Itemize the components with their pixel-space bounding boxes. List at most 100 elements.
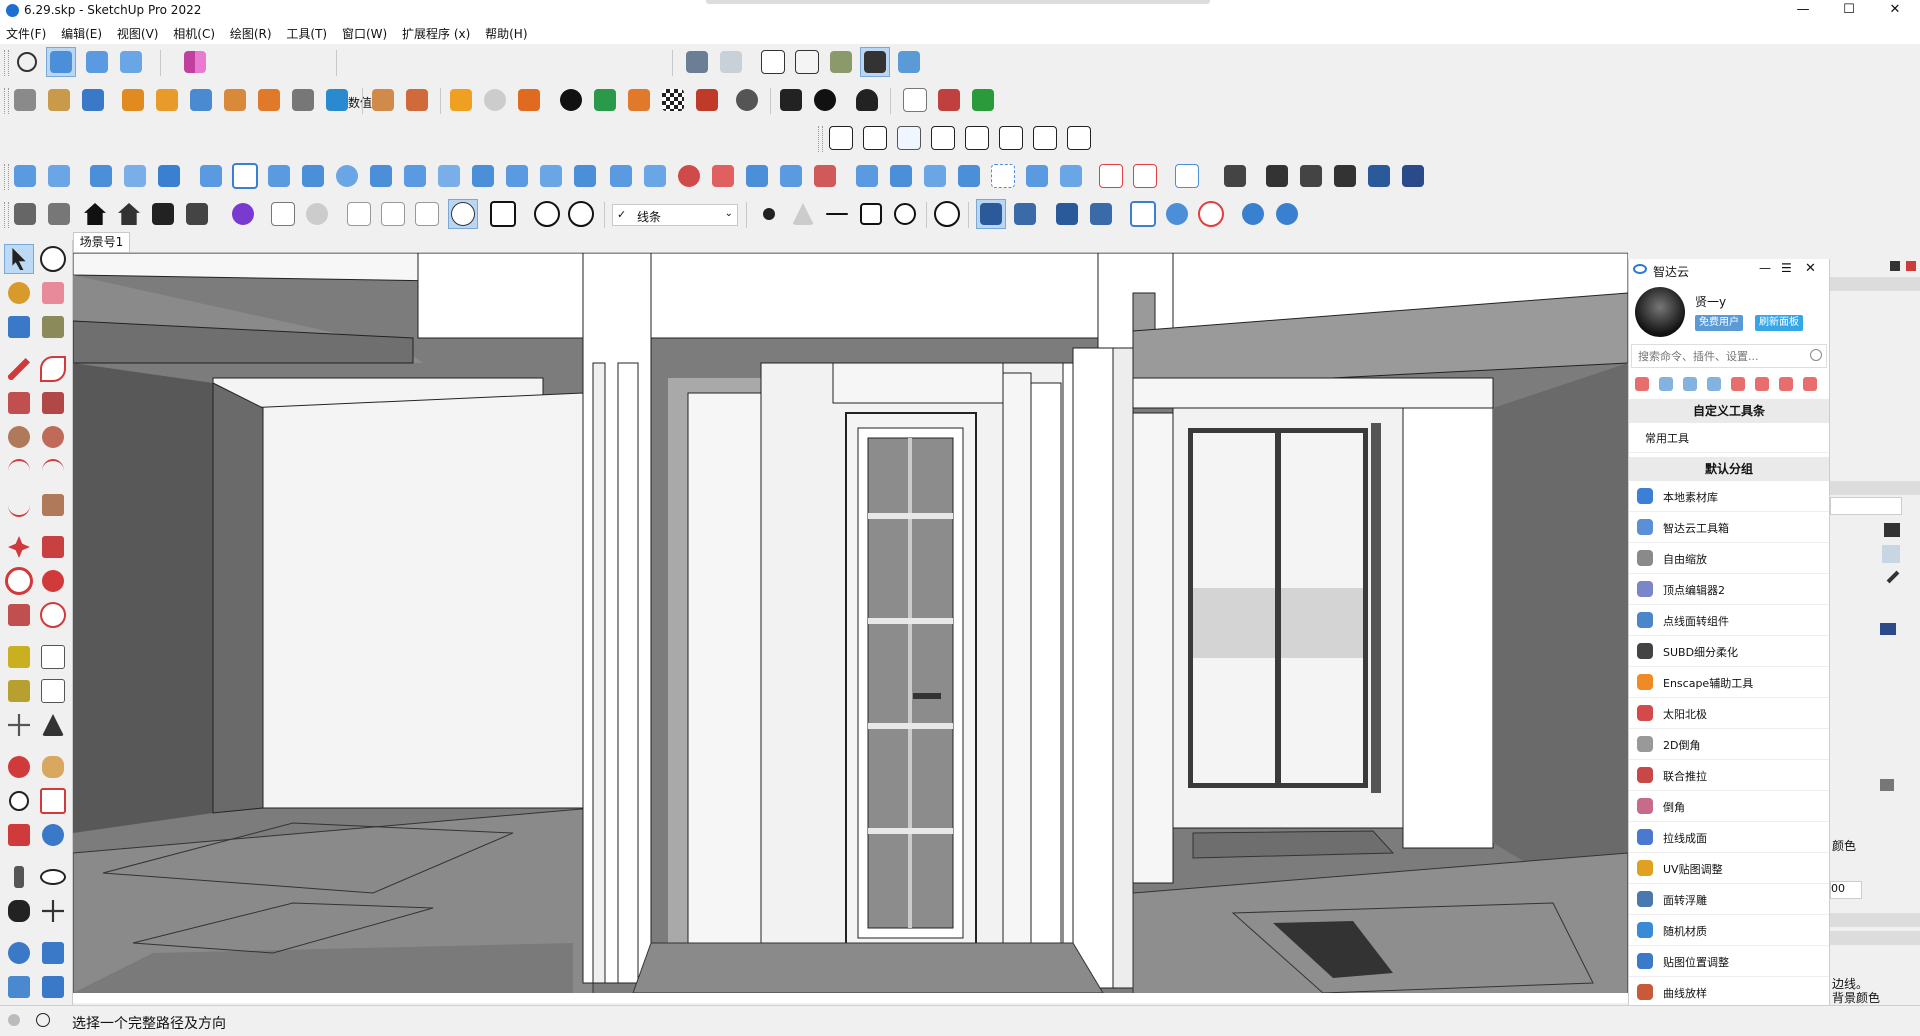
door-double-icon[interactable]	[1064, 123, 1094, 153]
help-icon[interactable]	[566, 199, 596, 229]
paint-bucket-icon[interactable]	[118, 85, 148, 115]
wireframe-style-icon[interactable]	[758, 47, 788, 77]
section-cube-icon[interactable]	[488, 199, 518, 229]
photo-camera-icon[interactable]	[412, 199, 442, 229]
arc-icon[interactable]	[4, 456, 34, 486]
box-tool-icon[interactable]	[640, 161, 670, 191]
cloud-upload-icon[interactable]	[692, 85, 722, 115]
panel-tool-icon[interactable]	[536, 161, 566, 191]
video-camera-icon[interactable]	[344, 199, 374, 229]
menu-help[interactable]: 帮助(H)	[479, 22, 532, 42]
eraser-icon[interactable]	[38, 278, 68, 308]
component-icon[interactable]	[220, 85, 250, 115]
plugin-item[interactable]: Enscape辅助工具	[1629, 667, 1829, 698]
dark-cube-2-icon[interactable]	[1262, 161, 1292, 191]
rotate-icon[interactable]	[4, 566, 34, 596]
plugin-item[interactable]: 联合推拉	[1629, 760, 1829, 791]
scissors-icon[interactable]	[288, 85, 318, 115]
move-icon[interactable]	[4, 532, 34, 562]
offset-icon[interactable]	[38, 600, 68, 630]
hide-icon[interactable]	[932, 199, 962, 229]
top-view-icon[interactable]	[82, 47, 112, 77]
gear-outline-icon[interactable]	[532, 199, 562, 229]
up-arrow-icon[interactable]	[852, 161, 882, 191]
garage-icon[interactable]	[182, 199, 212, 229]
plugin-item[interactable]: 点线面转组件	[1629, 605, 1829, 636]
down-arrow-icon[interactable]	[920, 161, 950, 191]
arc-plus-icon[interactable]	[1096, 161, 1126, 191]
textured-style-icon[interactable]	[860, 47, 890, 77]
offset-tool-icon[interactable]	[400, 161, 430, 191]
3d-text-icon[interactable]	[38, 710, 68, 740]
look-around-icon[interactable]	[38, 862, 68, 892]
curve-tool-icon[interactable]	[900, 85, 930, 115]
geo-location-icon[interactable]	[8, 1014, 20, 1026]
house-box-icon[interactable]	[148, 199, 178, 229]
brush-tool-icon[interactable]	[570, 161, 600, 191]
component-frame-icon[interactable]	[1172, 161, 1202, 191]
zd-cloud-4-icon[interactable]	[1086, 199, 1116, 229]
panel-close-icon[interactable]: ✕	[1805, 261, 1816, 276]
sandbox-4-icon[interactable]	[38, 972, 68, 1002]
menu-draw[interactable]: 绘图(R)	[224, 22, 277, 42]
push-pull-icon[interactable]	[152, 85, 182, 115]
menu-window[interactable]: 窗口(W)	[336, 22, 392, 42]
column-icon[interactable]	[996, 123, 1026, 153]
frame-tool-icon[interactable]	[468, 161, 498, 191]
remove-tool-icon[interactable]	[708, 161, 738, 191]
orbit-icon[interactable]	[38, 244, 68, 274]
arc-2-icon[interactable]	[38, 456, 68, 486]
search-icon[interactable]	[1810, 349, 1822, 361]
quick-grid-icon[interactable]	[1683, 377, 1697, 391]
freehand-icon[interactable]	[38, 354, 68, 384]
zd-cloud-2-icon[interactable]	[1010, 199, 1040, 229]
layout-icon[interactable]	[624, 85, 654, 115]
arc-3-icon[interactable]	[4, 490, 34, 520]
image-icon[interactable]	[894, 123, 924, 153]
group-icon[interactable]	[186, 85, 216, 115]
point-icon[interactable]	[754, 199, 784, 229]
zd-dots-icon[interactable]	[1162, 199, 1192, 229]
push-tool-icon[interactable]	[886, 161, 916, 191]
select-arrow-icon[interactable]	[4, 244, 34, 274]
polyline-tool-icon[interactable]	[366, 161, 396, 191]
sandbox-3-icon[interactable]	[4, 972, 34, 1002]
plugin-item[interactable]: 智达云工具箱	[1629, 512, 1829, 543]
trimble-connect-icon[interactable]	[446, 85, 476, 115]
scene-tab[interactable]: 场景号1	[73, 232, 130, 253]
import-icon[interactable]	[402, 85, 432, 115]
sandbox-1-icon[interactable]	[4, 938, 34, 968]
mail-icon[interactable]	[776, 85, 806, 115]
iso-view-icon[interactable]	[46, 47, 76, 77]
door-single-icon[interactable]	[1030, 123, 1060, 153]
dark-cube-6-icon[interactable]	[1398, 161, 1428, 191]
tray-fill-icon[interactable]	[1882, 545, 1900, 563]
status-info-icon[interactable]	[36, 1013, 50, 1027]
plugin-item[interactable]: UV贴图调整	[1629, 853, 1829, 884]
tray-spinbox[interactable]: 00	[1830, 881, 1862, 899]
follow-me-icon[interactable]	[78, 85, 108, 115]
bend-icon[interactable]	[322, 85, 352, 115]
custom-toolbar-heading[interactable]: 自定义工具条	[1629, 399, 1829, 423]
tag-tool-icon[interactable]	[38, 312, 68, 342]
cube-outline-icon[interactable]	[268, 199, 298, 229]
hidden-line-style-icon[interactable]	[792, 47, 822, 77]
quick-move-icon[interactable]	[1635, 377, 1649, 391]
stack-tool-icon[interactable]	[776, 161, 806, 191]
dark-cube-3-icon[interactable]	[1296, 161, 1326, 191]
tray-input[interactable]	[1830, 497, 1902, 515]
pan-hand-icon[interactable]	[38, 752, 68, 782]
tape-icon[interactable]	[4, 642, 34, 672]
monochrome-style-icon[interactable]	[894, 47, 924, 77]
camera-record-icon[interactable]	[514, 85, 544, 115]
layers-tool-icon[interactable]	[742, 161, 772, 191]
home-icon[interactable]	[80, 199, 110, 229]
rectangle-tool-icon[interactable]	[230, 161, 260, 191]
grid-tool-icon[interactable]	[434, 161, 464, 191]
add-plus-icon[interactable]	[556, 85, 586, 115]
rectangle-draw-icon[interactable]	[4, 388, 34, 418]
circle-target-icon[interactable]	[302, 199, 332, 229]
component-tool-icon[interactable]	[4, 312, 34, 342]
model-viewport[interactable]	[73, 252, 1628, 1003]
menu-extensions[interactable]: 扩展程序 (x)	[396, 22, 475, 42]
